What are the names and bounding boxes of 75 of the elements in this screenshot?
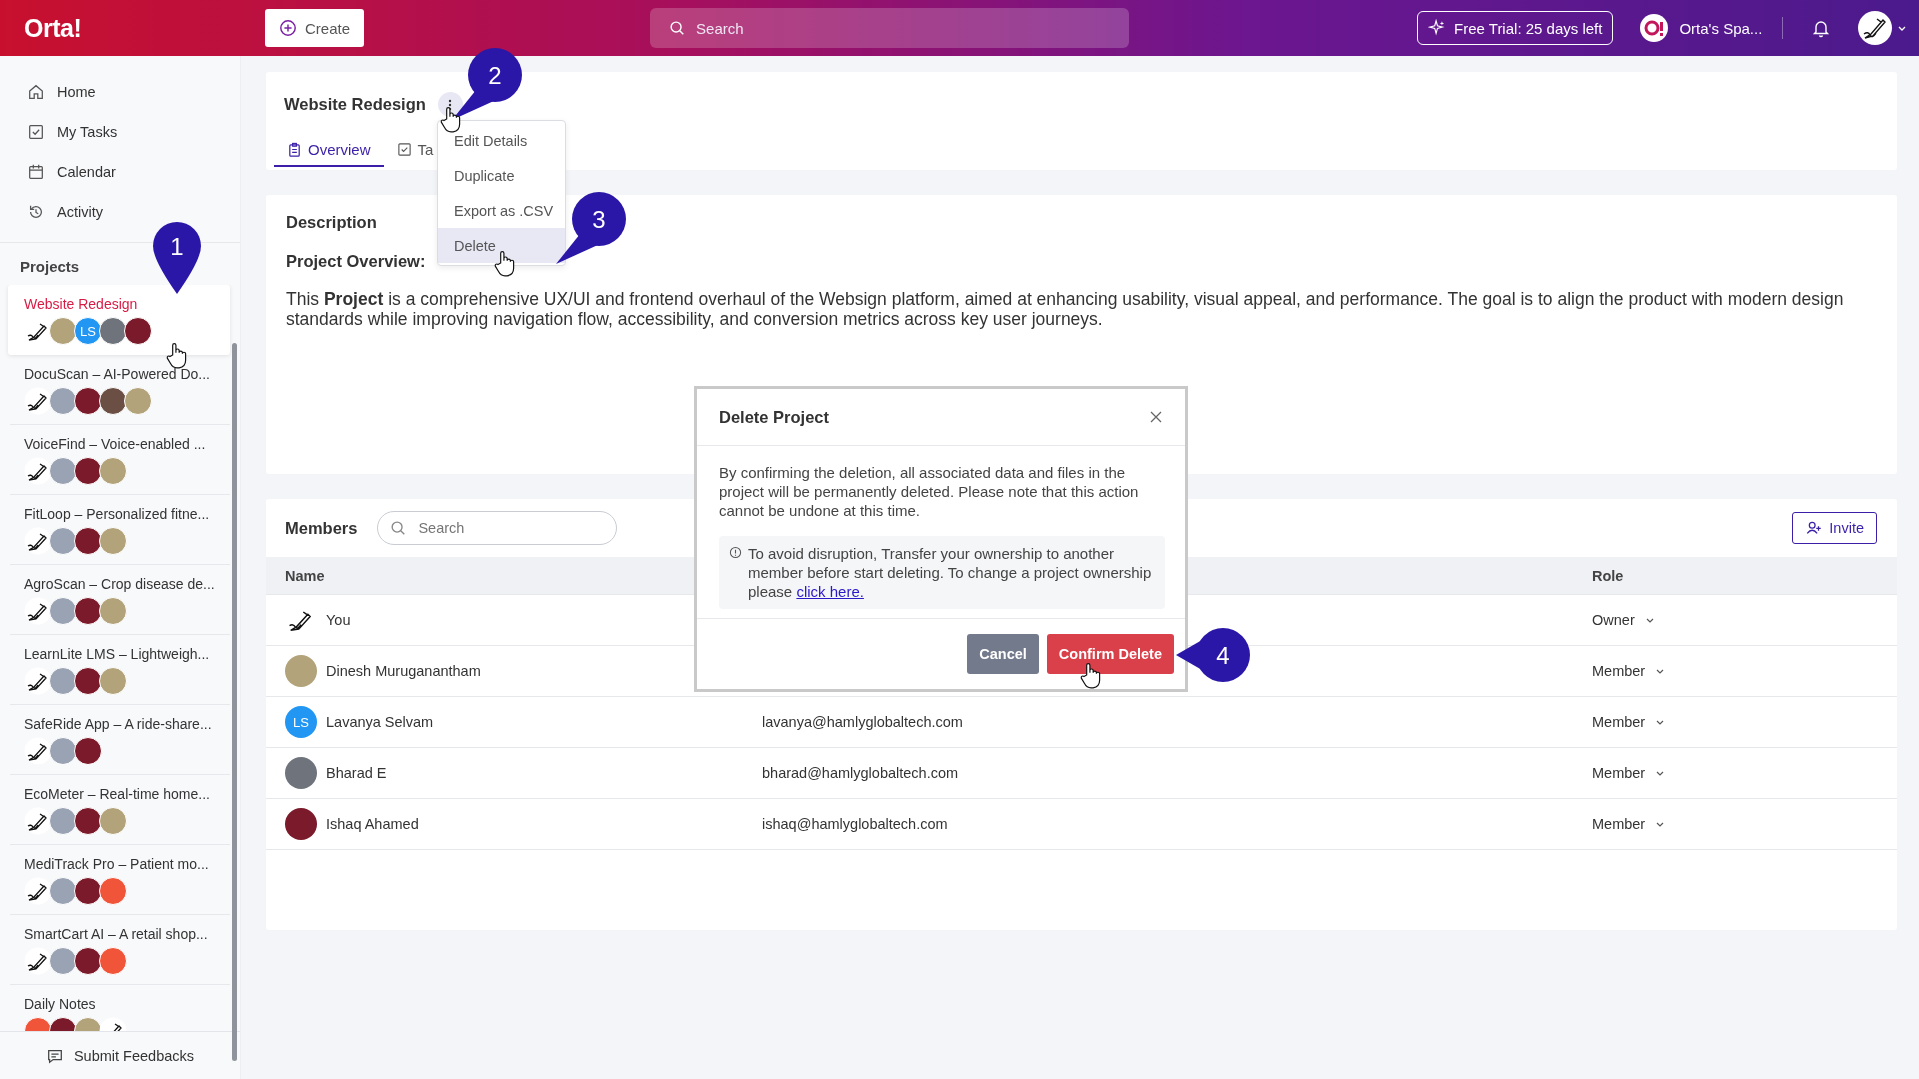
project-item[interactable]: SafeRide App – A ride-share... <box>10 705 230 775</box>
nav-item[interactable]: Calendar <box>0 152 240 192</box>
role-dropdown[interactable]: Member <box>1592 765 1666 781</box>
scrollbar[interactable] <box>232 343 237 1061</box>
cancel-button[interactable]: Cancel <box>967 634 1039 674</box>
invite-button[interactable]: Invite <box>1792 512 1877 544</box>
sketch-avatar-icon <box>24 527 52 555</box>
project-item[interactable]: AgroScan – Crop disease de... <box>10 565 230 635</box>
section-heading: Members <box>285 518 358 538</box>
close-icon[interactable] <box>1149 410 1163 424</box>
role-dropdown[interactable]: Member <box>1592 663 1666 679</box>
avatar: LS <box>74 317 102 345</box>
sketch-avatar-icon <box>24 807 52 835</box>
project-item[interactable]: SmartCart AI – A retail shop... <box>10 915 230 985</box>
callout-marker: 1 <box>153 222 201 294</box>
sketch-avatar-icon <box>24 737 52 765</box>
member-email: ishaq@hamlyglobaltech.com <box>762 816 948 832</box>
project-item[interactable]: LearnLite LMS – Lightweigh... <box>10 635 230 705</box>
role-dropdown[interactable]: Owner <box>1592 612 1655 628</box>
nav-item[interactable]: My Tasks <box>0 112 240 152</box>
subheading: Project Overview: <box>286 252 426 271</box>
dialog-title: Delete Project <box>719 407 830 427</box>
nav-item[interactable]: Home <box>0 72 240 112</box>
sketch-avatar-icon <box>24 387 52 415</box>
note-text: To avoid disruption, Transfer your ownership to another member before start deleting. To change a project ownership please click here. <box>748 544 1153 601</box>
confirm-delete-button[interactable]: Confirm Delete <box>1046 634 1174 674</box>
project-item[interactable]: EcoMeter – Real-time home... <box>10 775 230 845</box>
tab[interactable]: Overview <box>274 133 384 167</box>
info-icon <box>729 546 742 559</box>
calendar-icon <box>27 163 45 181</box>
search-field[interactable]: Search <box>377 511 618 545</box>
workspace-name[interactable]: Orta's Spa... <box>1679 19 1763 37</box>
project-item[interactable]: MediTrack Pro – Patient mo... <box>10 845 230 915</box>
member-name: You <box>326 612 351 628</box>
search-icon <box>668 19 687 37</box>
checkbox-icon <box>396 141 412 157</box>
hand-cursor-icon <box>166 342 188 370</box>
history-icon <box>27 203 45 221</box>
member-name: Ishaq Ahamed <box>326 816 419 832</box>
project-item[interactable]: DocuScan – AI-Powered Do... <box>10 355 230 425</box>
member-email: lavanya@hamlyglobaltech.com <box>762 714 963 730</box>
role-dropdown[interactable]: Member <box>1592 714 1666 730</box>
add-user-icon <box>1805 519 1824 537</box>
project-item[interactable]: FitLoop – Personalized fitne... <box>10 495 230 565</box>
member-email: bharad@hamlyglobaltech.com <box>762 765 959 781</box>
workspace-logo-icon[interactable] <box>1639 13 1670 43</box>
member-name: Lavanya Selvam <box>326 714 434 730</box>
sketch-avatar-icon <box>24 457 52 485</box>
dialog-message: By confirming the deletion, all associated data and files in the project will be permanently deleted. Please note that this action cannot be undone at this time. <box>719 463 1140 520</box>
member-name: Bharad E <box>326 765 387 781</box>
checkbox-icon <box>27 123 45 141</box>
section-heading: Projects <box>20 258 80 275</box>
create-button[interactable]: Create <box>265 9 365 47</box>
home-icon <box>27 83 45 101</box>
sketch-avatar-icon <box>24 877 52 905</box>
plus-icon <box>279 19 297 37</box>
project-item[interactable]: VoiceFind – Voice-enabled ... <box>10 425 230 495</box>
clipboard-icon <box>287 141 302 157</box>
sketch-avatar-icon <box>24 667 52 695</box>
app-logo[interactable]: Orta! <box>24 13 82 42</box>
role-dropdown[interactable]: Member <box>1592 816 1666 832</box>
menu-item[interactable]: Delete <box>438 228 565 263</box>
user-avatar-icon[interactable] <box>1857 10 1894 46</box>
member-name: Dinesh Muruganantham <box>326 663 481 679</box>
avatar: LS <box>285 706 317 738</box>
sparkle-icon <box>1428 19 1447 37</box>
description-text: This Project is a comprehensive UX/UI and frontend overhaul of the Websign platform, aimed at enhancing usability, visual appeal, and performance. The goal is to align the product with modern design standards while improving navigation flow, accessibility, and conversion metrics across key user journeys. <box>286 289 1845 329</box>
click-here-link[interactable]: click here. <box>796 583 864 600</box>
column-header: Role <box>1592 567 1625 584</box>
free-trial-button[interactable]: Free Trial: 25 days left <box>1417 11 1614 45</box>
section-heading: Description <box>286 213 377 232</box>
project-item[interactable]: Website Redesign LS <box>8 285 230 355</box>
sketch-avatar-icon <box>24 597 52 625</box>
sketch-avatar-icon <box>24 947 52 975</box>
project-title: Website Redesign <box>284 95 426 114</box>
